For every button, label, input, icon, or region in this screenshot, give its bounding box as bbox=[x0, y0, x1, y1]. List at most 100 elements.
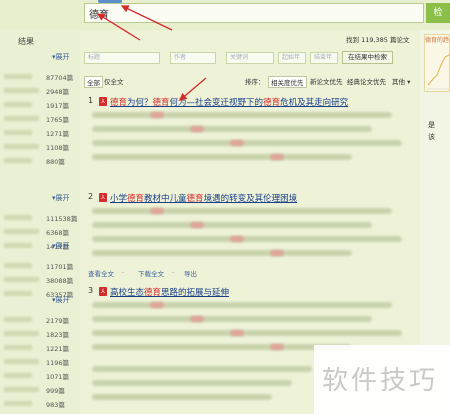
facet-label[interactable] bbox=[4, 215, 32, 220]
tab-fulltext-only[interactable]: 仅全文 bbox=[104, 76, 124, 86]
separator: - bbox=[122, 268, 125, 276]
top-search-bar: 检 bbox=[0, 0, 450, 30]
facet-count: 1917篇 bbox=[46, 102, 70, 110]
pdf-icon: ⅄ bbox=[99, 193, 107, 202]
facet-count: 1823篇 bbox=[46, 331, 70, 339]
facet-label[interactable] bbox=[4, 130, 32, 135]
start-year-input[interactable]: 起始年 bbox=[278, 52, 306, 64]
result-title-link[interactable]: 小学德育教材中儿童德育境遇的转变及其伦理困境 bbox=[110, 192, 297, 204]
result-action-link[interactable]: 下载全文 bbox=[138, 268, 164, 278]
facet-count: 2179篇 bbox=[46, 317, 70, 325]
result-highlight-mark bbox=[230, 330, 244, 336]
expand-button[interactable]: ▾展开 bbox=[52, 193, 70, 203]
facet-label[interactable] bbox=[4, 387, 39, 392]
result-abstract-line bbox=[92, 316, 372, 322]
result-highlight-mark bbox=[230, 236, 244, 242]
facet-count: 1071篇 bbox=[46, 373, 70, 381]
facet-label[interactable] bbox=[4, 88, 39, 93]
facet-count: 111538篇 bbox=[46, 215, 78, 223]
result-action-link[interactable]: 查看全文 bbox=[88, 268, 114, 278]
author-filter-input[interactable]: 作者 bbox=[170, 52, 216, 64]
sort-other[interactable]: 其他 ▾ bbox=[392, 76, 410, 86]
separator: - bbox=[172, 268, 175, 276]
result-abstract-line bbox=[92, 112, 392, 118]
facet-label[interactable] bbox=[4, 116, 39, 121]
sidebar-header: 结果 bbox=[18, 37, 34, 46]
sort-relevance[interactable]: 相关度优先 bbox=[268, 76, 307, 88]
result-highlight-mark bbox=[150, 112, 164, 118]
trend-chart-label: 德育的趋 bbox=[425, 37, 450, 44]
facet-count: 11701篇 bbox=[46, 263, 74, 271]
result-abstract-line bbox=[92, 302, 392, 308]
sort-newest[interactable]: 新论文优先 bbox=[310, 76, 343, 86]
facet-label[interactable] bbox=[4, 345, 32, 350]
result-count: 找到 119,385 篇论文 bbox=[346, 36, 410, 44]
facet-label[interactable] bbox=[4, 291, 32, 296]
facet-label[interactable] bbox=[4, 263, 32, 268]
facet-count: 1108篇 bbox=[46, 144, 70, 152]
pdf-icon: ⅄ bbox=[99, 287, 107, 296]
result-abstract-line bbox=[92, 126, 372, 132]
facet-label[interactable] bbox=[4, 243, 32, 248]
result-abstract-line bbox=[92, 380, 292, 386]
facet-count: 6368篇 bbox=[46, 229, 70, 237]
result-number: 1 bbox=[88, 96, 94, 105]
result-highlight-mark bbox=[270, 250, 284, 256]
facet-count: 880篇 bbox=[46, 158, 65, 166]
sort-classic[interactable]: 经典论文优先 bbox=[347, 76, 386, 86]
result-highlight-mark bbox=[150, 208, 164, 214]
result-abstract-line bbox=[92, 366, 312, 372]
expand-button[interactable]: ▾展开 bbox=[52, 241, 70, 251]
watermark: 软件技巧 bbox=[322, 366, 439, 396]
result-title-link[interactable]: 高校生态德育思路的拓展与延伸 bbox=[110, 286, 229, 298]
sort-label: 排序： bbox=[245, 78, 265, 86]
right-text-2: 该 bbox=[428, 133, 435, 141]
right-text-1: 是 bbox=[428, 121, 435, 129]
end-year-input[interactable]: 结束年 bbox=[310, 52, 338, 64]
facet-count: 1765篇 bbox=[46, 116, 70, 124]
search-button[interactable]: 检 bbox=[426, 3, 450, 23]
facet-label[interactable] bbox=[4, 401, 32, 406]
facet-count: 87704篇 bbox=[46, 74, 74, 82]
expand-button[interactable]: ▾展开 bbox=[52, 295, 70, 305]
result-abstract-line bbox=[92, 222, 372, 228]
facet-label[interactable] bbox=[4, 373, 32, 378]
facet-label[interactable] bbox=[4, 102, 32, 107]
result-abstract-line bbox=[92, 208, 392, 214]
facet-label[interactable] bbox=[4, 74, 32, 79]
search-input[interactable] bbox=[84, 3, 424, 23]
result-highlight-mark bbox=[190, 222, 204, 228]
result-number: 3 bbox=[88, 286, 94, 295]
facet-label[interactable] bbox=[4, 144, 39, 149]
result-highlight-mark bbox=[150, 302, 164, 308]
keyword-filter-input[interactable]: 关键词 bbox=[226, 52, 274, 64]
result-abstract-line bbox=[92, 154, 352, 160]
facet-label[interactable] bbox=[4, 277, 39, 282]
result-abstract-line bbox=[92, 236, 402, 242]
facet-count: 999篇 bbox=[46, 387, 65, 395]
facet-count: 2948篇 bbox=[46, 88, 70, 96]
result-abstract-line bbox=[92, 140, 402, 146]
facet-label[interactable] bbox=[4, 331, 39, 336]
result-abstract-line bbox=[92, 250, 352, 256]
facet-label[interactable] bbox=[4, 229, 39, 234]
result-action-link[interactable]: 导出 bbox=[184, 268, 197, 278]
facet-count: 983篇 bbox=[46, 401, 65, 409]
sort-other-label: 其他 bbox=[392, 78, 405, 86]
facet-count: 1196篇 bbox=[46, 359, 70, 367]
expand-button[interactable]: ▾展开 bbox=[52, 52, 70, 62]
search-within-results-button[interactable]: 在结果中检索 bbox=[342, 51, 393, 64]
result-abstract-line bbox=[92, 344, 352, 350]
facet-label[interactable] bbox=[4, 359, 39, 364]
tab-all[interactable]: 全部 bbox=[84, 76, 103, 88]
title-filter-input[interactable]: 标题 bbox=[84, 52, 160, 64]
facet-label[interactable] bbox=[4, 317, 32, 322]
facet-count: 38088篇 bbox=[46, 277, 74, 285]
result-abstract-line bbox=[92, 330, 402, 336]
pdf-icon: ⅄ bbox=[99, 97, 107, 106]
result-number: 2 bbox=[88, 192, 94, 201]
facet-label[interactable] bbox=[4, 158, 32, 163]
facet-count: 1271篇 bbox=[46, 130, 70, 138]
result-abstract-line bbox=[92, 394, 272, 400]
result-title-link[interactable]: 德育为何？德育何为—社会变迁视野下的德育危机及其走向研究 bbox=[110, 96, 348, 108]
